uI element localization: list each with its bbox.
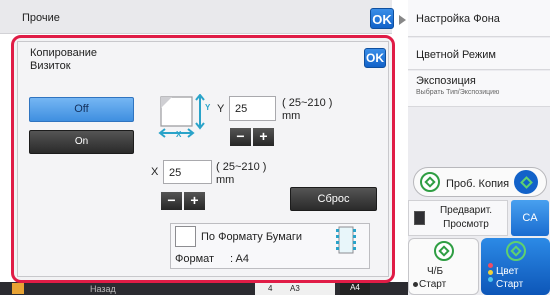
menu-item-label: Цветной Режим (416, 49, 496, 61)
dialog-title-line-1: Копирование (30, 47, 98, 59)
menu-item-background[interactable]: Настройка Фона (408, 0, 550, 37)
menu-item-label: Экспозиция (416, 75, 476, 87)
preview-label-2: Просмотр (443, 219, 489, 230)
dialog-ok-button[interactable]: OK (364, 48, 386, 68)
card-dimensions-icon (158, 94, 205, 138)
yellow-dot-icon (488, 270, 493, 275)
menu-item-sublabel: Выбрать Тип/Экспозицию (416, 89, 500, 96)
x-plus-button[interactable]: + (184, 192, 205, 210)
tray-size: A3 (290, 284, 300, 293)
y-label: Y (217, 103, 225, 115)
expand-arrow-icon[interactable] (399, 15, 406, 25)
red-dot-icon (488, 263, 493, 268)
x-minus-button[interactable]: − (161, 192, 182, 210)
menu-item-label: Настройка Фона (416, 13, 500, 25)
preview-label-1: Предварит. (439, 205, 493, 216)
x-axis-marker: X (176, 130, 182, 139)
bw-start-label-1: Ч/Б (427, 266, 444, 277)
tray-number: 4 (268, 284, 273, 293)
x-range: ( 25~210 ) (216, 161, 267, 173)
color-start-icon (514, 170, 538, 194)
dialog-title-line-2: Визиток (30, 60, 71, 72)
y-axis-marker: Y (205, 103, 211, 112)
bw-dot-icon (413, 282, 418, 287)
y-minus-button[interactable]: − (230, 128, 251, 146)
y-unit: mm (282, 110, 301, 122)
y-input[interactable]: 25 (229, 96, 276, 121)
color-start-diamond-icon (506, 241, 526, 261)
menu-item-exposure[interactable]: Экспозиция Выбрать Тип/Экспозицию (408, 71, 550, 107)
off-option-button[interactable]: Off (29, 97, 134, 122)
on-option-button[interactable]: On (29, 130, 134, 154)
start-diamond-icon (420, 172, 440, 192)
format-value: : A4 (230, 253, 249, 265)
x-label: X (151, 166, 159, 178)
format-label: Формат (175, 253, 215, 265)
header-ok-button[interactable]: OK (370, 8, 394, 29)
paper-format-icon (336, 226, 356, 254)
preview-document-icon (414, 211, 425, 225)
clear-all-button[interactable]: CA (511, 200, 549, 236)
output-size: A4 (340, 283, 370, 295)
back-button[interactable]: Назад (90, 284, 116, 294)
y-range: ( 25~210 ) (282, 97, 333, 109)
menu-item-color-mode[interactable]: Цветной Режим (408, 38, 550, 70)
y-plus-button[interactable]: + (253, 128, 274, 146)
cyan-dot-icon (488, 277, 493, 282)
x-unit: mm (216, 174, 235, 186)
color-start-label-1: Цвет (496, 266, 519, 277)
paper-size-checkbox[interactable] (175, 226, 196, 247)
paper-size-label: По Формату Бумаги (201, 231, 303, 243)
reset-button[interactable]: Сброс (290, 187, 377, 211)
page-title: Прочие (22, 12, 60, 24)
color-start-label-2: Старт (496, 279, 524, 290)
bw-start-label-2: Старт (419, 279, 447, 290)
home-icon[interactable] (12, 283, 24, 294)
proof-copy-label: Проб. Копия (446, 178, 510, 190)
bw-start-icon (434, 241, 454, 261)
x-input[interactable]: 25 (163, 160, 212, 184)
